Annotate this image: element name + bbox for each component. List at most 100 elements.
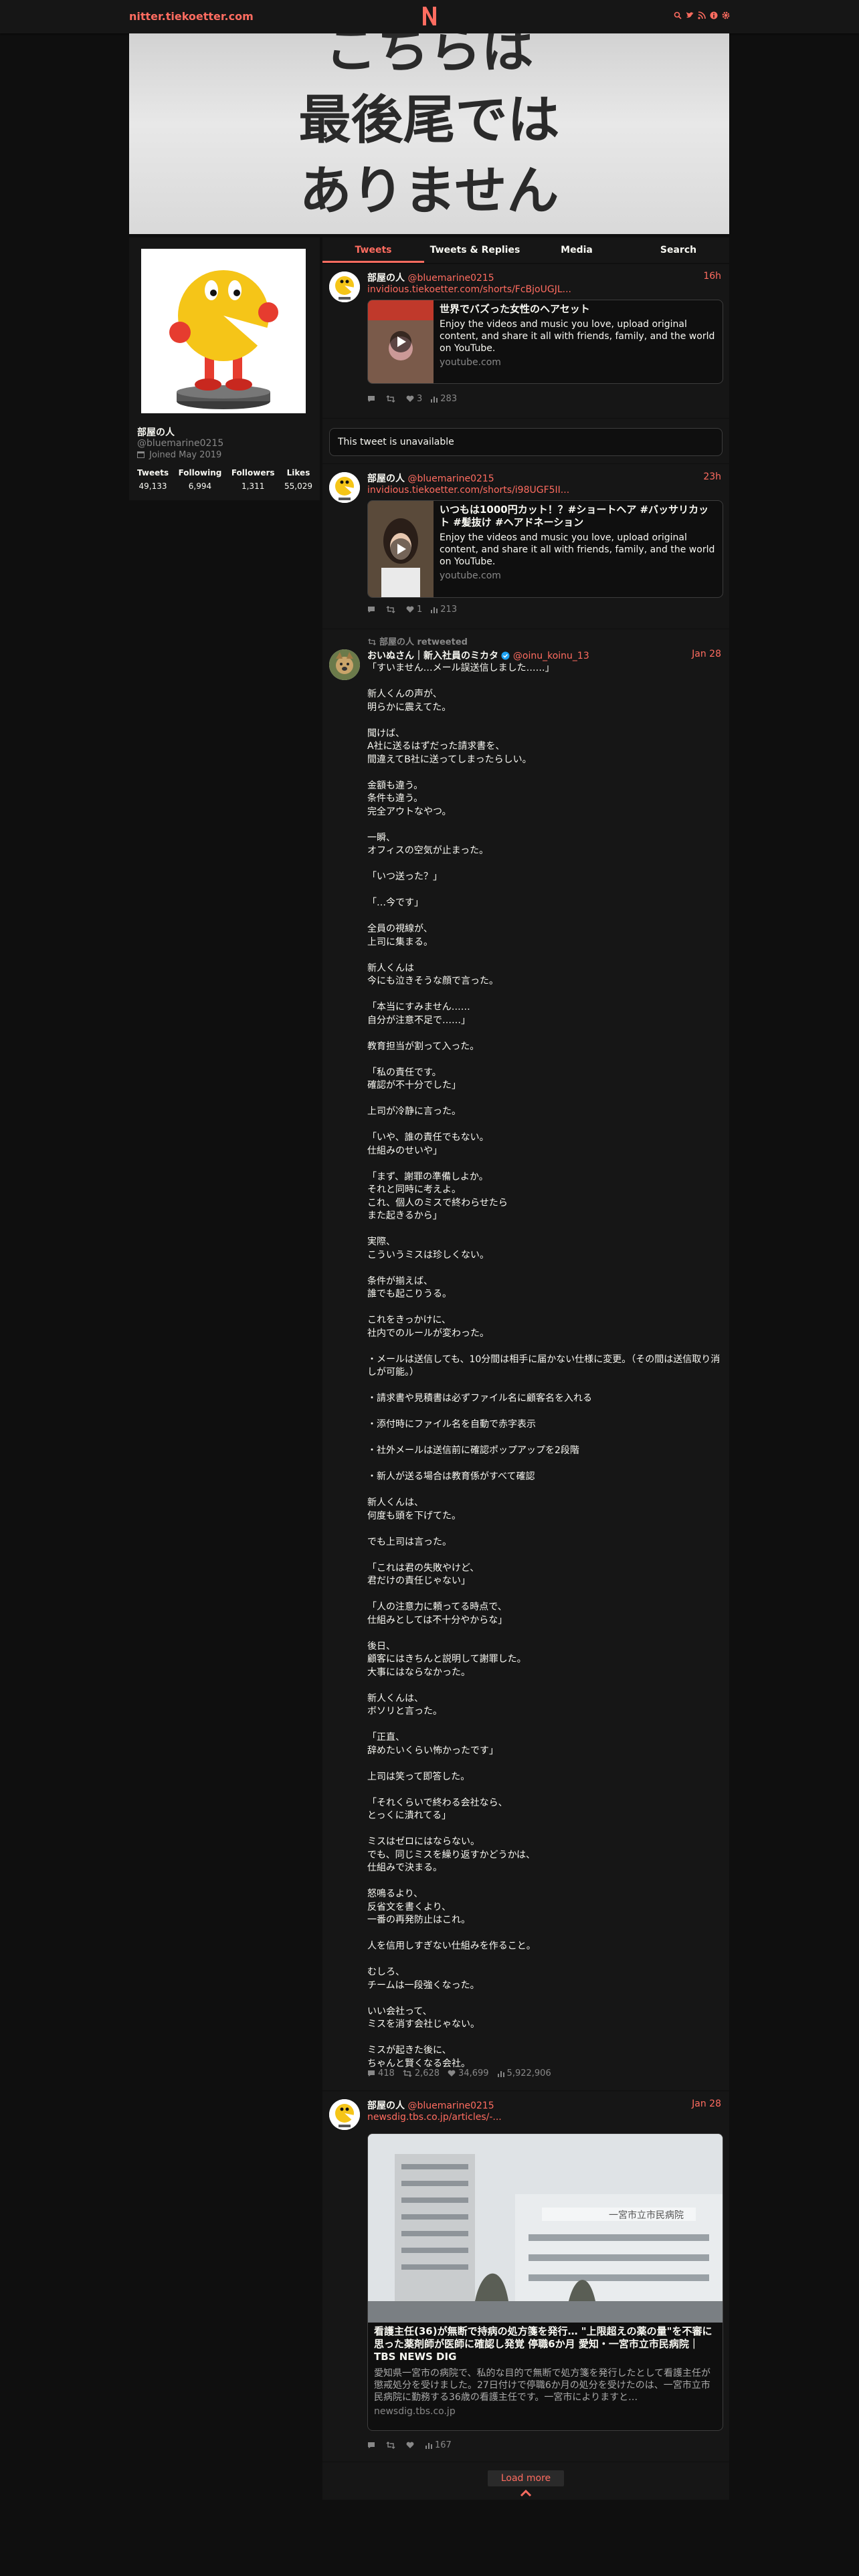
tab-tweets-replies[interactable]: Tweets & Replies	[424, 237, 526, 263]
reply-count[interactable]	[367, 605, 378, 615]
tweet-date[interactable]: 23h	[703, 471, 721, 482]
load-more-button[interactable]: Load more	[487, 2470, 565, 2486]
like-count-value: 34,699	[458, 2068, 489, 2078]
nitter-logo-icon[interactable]	[419, 3, 440, 29]
retweet-count[interactable]: 2,628	[403, 2068, 440, 2078]
stat-followers: Followers 1,311	[231, 468, 275, 491]
tweet-link[interactable]: invidious.tiekoetter.com/shorts/FcBjoUGJ…	[367, 284, 571, 295]
view-count-value: 213	[440, 605, 458, 615]
like-count[interactable]: 3	[406, 394, 422, 404]
view-count-value: 167	[435, 2440, 452, 2450]
card-title: 看護主任(36)が無断で持病の処方箋を発行… "上限超えの薬の量"を不審に思った…	[374, 2325, 712, 2363]
reply-count[interactable]	[367, 2440, 378, 2450]
like-count-value: 3	[417, 394, 423, 404]
tab-tweets[interactable]: Tweets	[322, 237, 424, 263]
view-count-value: 283	[440, 394, 458, 404]
stat-label: Tweets	[137, 468, 169, 477]
info-icon[interactable]	[710, 11, 718, 21]
tab-search[interactable]: Search	[628, 237, 729, 263]
tweet-fullname[interactable]: 部屋の人	[367, 273, 405, 284]
tweet-fullname[interactable]: 部屋の人	[367, 2101, 405, 2111]
stat-label: Likes	[286, 468, 310, 477]
gear-icon[interactable]	[722, 11, 730, 21]
card-title: いつもは1000円カット！？#ショートヘア #バッサリカット #髪抜け #ヘアド…	[440, 504, 709, 528]
card-body: いつもは1000円カット！？#ショートヘア #バッサリカット #髪抜け #ヘアド…	[440, 504, 717, 581]
stat-value: 49,133	[138, 481, 167, 491]
retweet-header: 部屋の人 retweeted	[367, 635, 468, 647]
comment-icon	[368, 2070, 375, 2076]
card-destination: newsdig.tbs.co.jp	[374, 2406, 456, 2417]
reply-count[interactable]: 418	[367, 2068, 395, 2078]
tweet-link[interactable]: invidious.tiekoetter.com/shorts/i98UGF5I…	[367, 485, 569, 496]
tweet-username[interactable]: @bluemarine0215	[407, 2101, 494, 2111]
reply-count-value: 418	[378, 2068, 395, 2078]
like-count[interactable]: 34,699	[448, 2068, 489, 2078]
stat-label: Following	[178, 468, 222, 477]
timeline: 部屋の人 @bluemarine0215 16h invidious.tieko…	[322, 264, 729, 2500]
tweet-header: 部屋の人 @bluemarine0215	[367, 2099, 494, 2112]
retweet-count[interactable]	[386, 2440, 398, 2450]
profile-handle[interactable]: @bluemarine0215	[137, 438, 223, 449]
tweet-avatar[interactable]	[329, 272, 360, 302]
tweet-avatar[interactable]	[329, 2099, 360, 2130]
scroll-top-icon[interactable]	[519, 2488, 533, 2498]
banner-text-line-3: ありません	[299, 161, 559, 221]
tweet-item[interactable]: 部屋の人 @bluemarine0215 Jan 28 newsdig.tbs.…	[322, 2091, 729, 2462]
retweet-count-value: 2,628	[414, 2068, 440, 2078]
retweet-header-text: 部屋の人 retweeted	[379, 637, 468, 647]
link-card[interactable]: いつもは1000円カット！？#ショートヘア #バッサリカット #髪抜け #ヘアド…	[367, 500, 723, 598]
card-destination: youtube.com	[440, 357, 501, 368]
tweet-link[interactable]: newsdig.tbs.co.jp/articles/-...	[367, 2112, 502, 2123]
reply-count[interactable]	[367, 394, 378, 404]
stat-following: Following 6,994	[179, 468, 222, 491]
tweet-stats: 167	[367, 2440, 452, 2450]
comment-icon	[368, 2442, 375, 2448]
retweet-count[interactable]	[386, 394, 398, 404]
tweet-stats: 418 2,628 34,699 5,922,906	[367, 2068, 551, 2078]
profile-avatar[interactable]	[139, 247, 308, 415]
tweet-fullname[interactable]: 部屋の人	[367, 473, 405, 484]
retweet-icon	[403, 2070, 412, 2077]
tweet-username[interactable]: @bluemarine0215	[407, 273, 494, 284]
calendar-icon	[137, 451, 145, 458]
site-link[interactable]: nitter.tiekoetter.com	[129, 10, 254, 23]
like-count[interactable]: 1	[406, 605, 422, 615]
tweet-item[interactable]: 部屋の人 retweeted おいぬさん｜新入社員のミカタ @oinu_koin…	[322, 629, 729, 2091]
tweet-date[interactable]: 16h	[703, 271, 721, 282]
retweet-icon	[386, 2442, 395, 2449]
tweet-content: 「すいません…メール誤送信しました……」 新人くんの声が、 明らかに震えてた。 …	[367, 663, 721, 2069]
joined-label: Joined May 2019	[149, 450, 222, 460]
tweet-stats: 1 213	[367, 605, 457, 615]
tweet-date[interactable]: Jan 28	[692, 649, 721, 659]
retweet-icon	[386, 395, 395, 403]
twitter-icon[interactable]	[686, 11, 694, 21]
link-card[interactable]: 世界でバズった女性のヘアセット Enjoy the videos and mus…	[367, 300, 723, 384]
search-icon[interactable]	[674, 11, 682, 21]
link-card[interactable]: 一宮市立市民病院 看護主任(36)が無断で持病の処方箋を発行… "上限超えの薬の…	[367, 2133, 723, 2431]
view-count: 213	[430, 605, 457, 615]
tweet-date[interactable]: Jan 28	[692, 2099, 721, 2109]
banner-text-line-1: こちらは	[324, 33, 534, 80]
tweet-avatar[interactable]	[329, 649, 360, 680]
view-count: 167	[425, 2440, 452, 2450]
like-count-value: 1	[417, 605, 423, 615]
tweet-item[interactable]: 部屋の人 @bluemarine0215 23h invidious.tieko…	[322, 464, 729, 629]
card-description: 愛知県一宮市の病院で、私的な目的で無断で処方箋を発行したとして看護主任が懲戒処分…	[374, 2368, 711, 2403]
tweet-header: おいぬさん｜新入社員のミカタ @oinu_koinu_13	[367, 649, 589, 662]
retweet-count[interactable]	[386, 605, 398, 615]
profile-banner[interactable]: こちらは 最後尾では ありません	[129, 33, 729, 234]
rss-icon[interactable]	[698, 11, 706, 21]
like-count[interactable]	[406, 2440, 417, 2450]
profile-name[interactable]: 部屋の人	[137, 425, 175, 439]
tweet-username[interactable]: @oinu_koinu_13	[513, 651, 589, 661]
tweet-avatar[interactable]	[329, 472, 360, 503]
tweet-fullname[interactable]: おいぬさん｜新入社員のミカタ	[367, 651, 498, 661]
tweet-item: This tweet is unavailable	[322, 419, 729, 464]
comment-icon	[368, 396, 375, 402]
timeline-tabs: Tweets Tweets & Replies Media Search	[322, 237, 729, 263]
tab-media[interactable]: Media	[526, 237, 628, 263]
tweet-username[interactable]: @bluemarine0215	[407, 473, 494, 484]
card-destination: youtube.com	[440, 570, 501, 581]
tweet-item[interactable]: 部屋の人 @bluemarine0215 16h invidious.tieko…	[322, 264, 729, 419]
card-description: Enjoy the videos and music you love, upl…	[440, 319, 715, 354]
